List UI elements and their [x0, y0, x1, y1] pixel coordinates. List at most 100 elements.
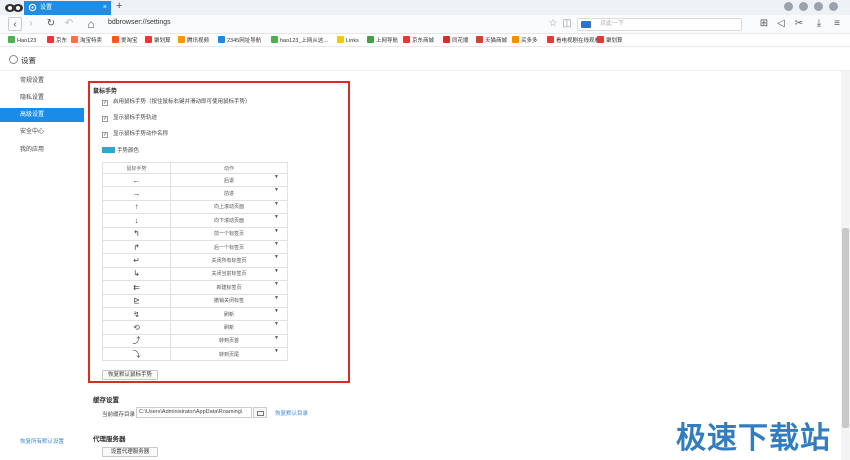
menu-button[interactable]: ≡ — [830, 17, 844, 31]
home-button[interactable]: ⌂ — [84, 17, 98, 31]
new-tab-button[interactable]: + — [116, 0, 122, 13]
action-select[interactable]: 关闭所有标签页 ▼ — [170, 253, 288, 268]
bookmark-item[interactable]: Hao123 — [8, 36, 36, 45]
menu-icon[interactable] — [784, 2, 793, 11]
gesture-symbol: ⤵ — [102, 347, 171, 362]
action-select[interactable]: 后一个标签页 ▼ — [170, 239, 288, 255]
table-row: ↰ 前一个标签页 ▼ — [102, 226, 288, 241]
action-select[interactable]: 刷新 ▼ — [170, 306, 288, 322]
bookmark-favicon-icon — [403, 36, 410, 43]
bookmark-item[interactable]: Links — [337, 36, 359, 45]
gesture-symbol: ↑ — [102, 199, 171, 215]
sound-icon[interactable]: ◁ — [774, 17, 788, 31]
bookmark-favicon-icon — [512, 36, 519, 43]
action-value: 刷新 — [223, 324, 234, 331]
search-input[interactable]: 点此一下 — [577, 18, 742, 31]
cache-dir-input[interactable]: C:\Users\Administrator\AppData\Roaming\ — [136, 407, 252, 418]
bookmark-item[interactable]: 爱淘宝 — [112, 36, 138, 45]
set-proxy-button[interactable]: 设置代理服务器 — [102, 447, 158, 457]
show-action-name-checkbox[interactable]: ✓ 显示鼠标手势动作名称 — [102, 130, 168, 138]
sidebar-item-my-apps[interactable]: 我的应用 — [0, 143, 84, 157]
restore-default-gestures-button[interactable]: 恢复默认鼠标手势 — [102, 370, 158, 380]
bookmark-item[interactable]: 京东 — [47, 36, 67, 45]
dropdown-arrow-icon[interactable]: ▼ — [274, 254, 279, 260]
action-select[interactable]: 向下滚动页面 ▼ — [170, 213, 288, 228]
checkbox-check-icon[interactable]: ✓ — [102, 116, 108, 122]
dropdown-arrow-icon[interactable]: ▼ — [274, 348, 279, 354]
action-select[interactable]: 新建标签页 ▼ — [170, 280, 288, 295]
action-select[interactable]: 转到页首 ▼ — [170, 333, 288, 349]
dropdown-arrow-icon[interactable]: ▼ — [274, 308, 279, 314]
reader-icon[interactable]: ◫ — [560, 17, 574, 31]
sidebar-item-advanced[interactable]: 高级设置 — [0, 108, 84, 122]
bookmark-item[interactable]: 2345网址导航 — [218, 36, 261, 45]
bookmark-item[interactable]: 天猫商城 — [476, 36, 507, 45]
checkbox-check-icon[interactable]: ✓ — [102, 132, 108, 138]
gesture-symbol: ⤴ — [102, 333, 171, 349]
dropdown-arrow-icon[interactable]: ▼ — [274, 281, 279, 287]
sidebar-item-security[interactable]: 安全中心 — [0, 125, 84, 139]
enable-gesture-checkbox[interactable]: ✓ 启用鼠标手势（按住鼠标右键并滑动即可使用鼠标手势） — [102, 98, 251, 106]
action-select[interactable]: 关闭当前标签页 ▼ — [170, 266, 288, 282]
folder-icon — [257, 411, 264, 416]
action-select[interactable]: 转到页尾 ▼ — [170, 347, 288, 362]
bookmark-item[interactable]: 买多多 — [512, 36, 538, 45]
bookmark-item[interactable]: 淘宝特卖 — [71, 36, 102, 45]
dropdown-arrow-icon[interactable]: ▼ — [274, 214, 279, 220]
extensions-icon[interactable]: ⊞ — [757, 17, 771, 31]
close-window-icon[interactable] — [829, 2, 838, 11]
checkbox-check-icon[interactable]: ✓ — [102, 100, 108, 106]
action-value: 转到页尾 — [218, 351, 239, 358]
action-select[interactable]: 向上滚动页面 ▼ — [170, 199, 288, 215]
action-select[interactable]: 刷新 ▼ — [170, 320, 288, 335]
dropdown-arrow-icon[interactable]: ▼ — [274, 321, 279, 327]
dropdown-arrow-icon[interactable]: ▼ — [274, 174, 279, 180]
forward-button[interactable]: › — [24, 17, 38, 31]
bookmark-item[interactable]: 聚划算 — [145, 36, 171, 45]
bookmark-item[interactable]: hao123_上网从这... — [271, 36, 328, 45]
dropdown-arrow-icon[interactable]: ▼ — [274, 335, 279, 341]
bookmark-item[interactable]: 腾讯视频 — [178, 36, 209, 45]
tab-settings[interactable]: 设置 × — [24, 1, 111, 15]
sidebar-item-general[interactable]: 常规设置 — [0, 74, 84, 88]
bookmark-item[interactable]: 上网导航 — [367, 36, 398, 45]
bookmark-star-icon[interactable]: ☆ — [546, 17, 560, 31]
address-bar[interactable]: bdbrowser://settings — [108, 19, 171, 26]
scrollbar-thumb[interactable] — [842, 228, 849, 428]
dropdown-arrow-icon[interactable]: ▼ — [274, 295, 279, 301]
table-row: ↵ 关闭所有标签页 ▼ — [102, 253, 288, 268]
bookmark-item[interactable]: 同花顺 — [443, 36, 469, 45]
restore-all-defaults-link[interactable]: 恢复所有默认设置 — [20, 437, 64, 445]
undo-icon[interactable]: ↶ — [62, 17, 76, 31]
screenshot-icon[interactable]: ✂ — [792, 17, 806, 31]
show-trail-checkbox[interactable]: ✓ 显示鼠标手势轨迹 — [102, 114, 157, 122]
page-title-text: 设置 — [21, 56, 36, 65]
dropdown-arrow-icon[interactable]: ▼ — [274, 201, 279, 207]
skin-icon[interactable] — [799, 2, 808, 11]
action-select[interactable]: 前进 ▼ — [170, 186, 288, 201]
gesture-color-label: 手势颜色 — [117, 148, 140, 154]
minimize-icon[interactable] — [814, 2, 823, 11]
back-button[interactable]: ‹ — [8, 17, 22, 31]
dropdown-arrow-icon[interactable]: ▼ — [274, 268, 279, 274]
tab-bar — [0, 0, 850, 15]
gesture-symbol: ↵ — [102, 253, 171, 268]
bookmark-item[interactable]: 看电视剧在线观看 — [547, 36, 600, 45]
action-select[interactable]: 前一个标签页 ▼ — [170, 226, 288, 241]
gesture-table: 鼠标手势 动作 ← 后退 ▼ → 前进 ▼ ↑ 向上滚动页面 ▼ ↓ 向下滚动页面 ▼ ↰ 前一个标签页 ▼… — [102, 162, 288, 362]
restore-default-dir-link[interactable]: 恢复默认目录 — [275, 409, 308, 417]
sidebar-item-privacy[interactable]: 隐私设置 — [0, 91, 84, 105]
download-icon[interactable]: ⤓ — [812, 17, 826, 31]
action-select[interactable]: 后退 ▼ — [170, 172, 288, 188]
gesture-color-swatch[interactable] — [102, 147, 115, 153]
refresh-button[interactable]: ↻ — [44, 17, 58, 31]
dropdown-arrow-icon[interactable]: ▼ — [274, 187, 279, 193]
dropdown-arrow-icon[interactable]: ▼ — [274, 228, 279, 234]
dropdown-arrow-icon[interactable]: ▼ — [274, 241, 279, 247]
search-engine-icon[interactable] — [581, 21, 591, 28]
bookmark-item[interactable]: 京东商城 — [403, 36, 434, 45]
browse-folder-button[interactable] — [253, 407, 267, 418]
action-select[interactable]: 撤销关闭标签 ▼ — [170, 293, 288, 308]
tab-close-icon[interactable]: × — [103, 1, 107, 15]
bookmark-item[interactable]: 聚划算 — [597, 36, 623, 45]
